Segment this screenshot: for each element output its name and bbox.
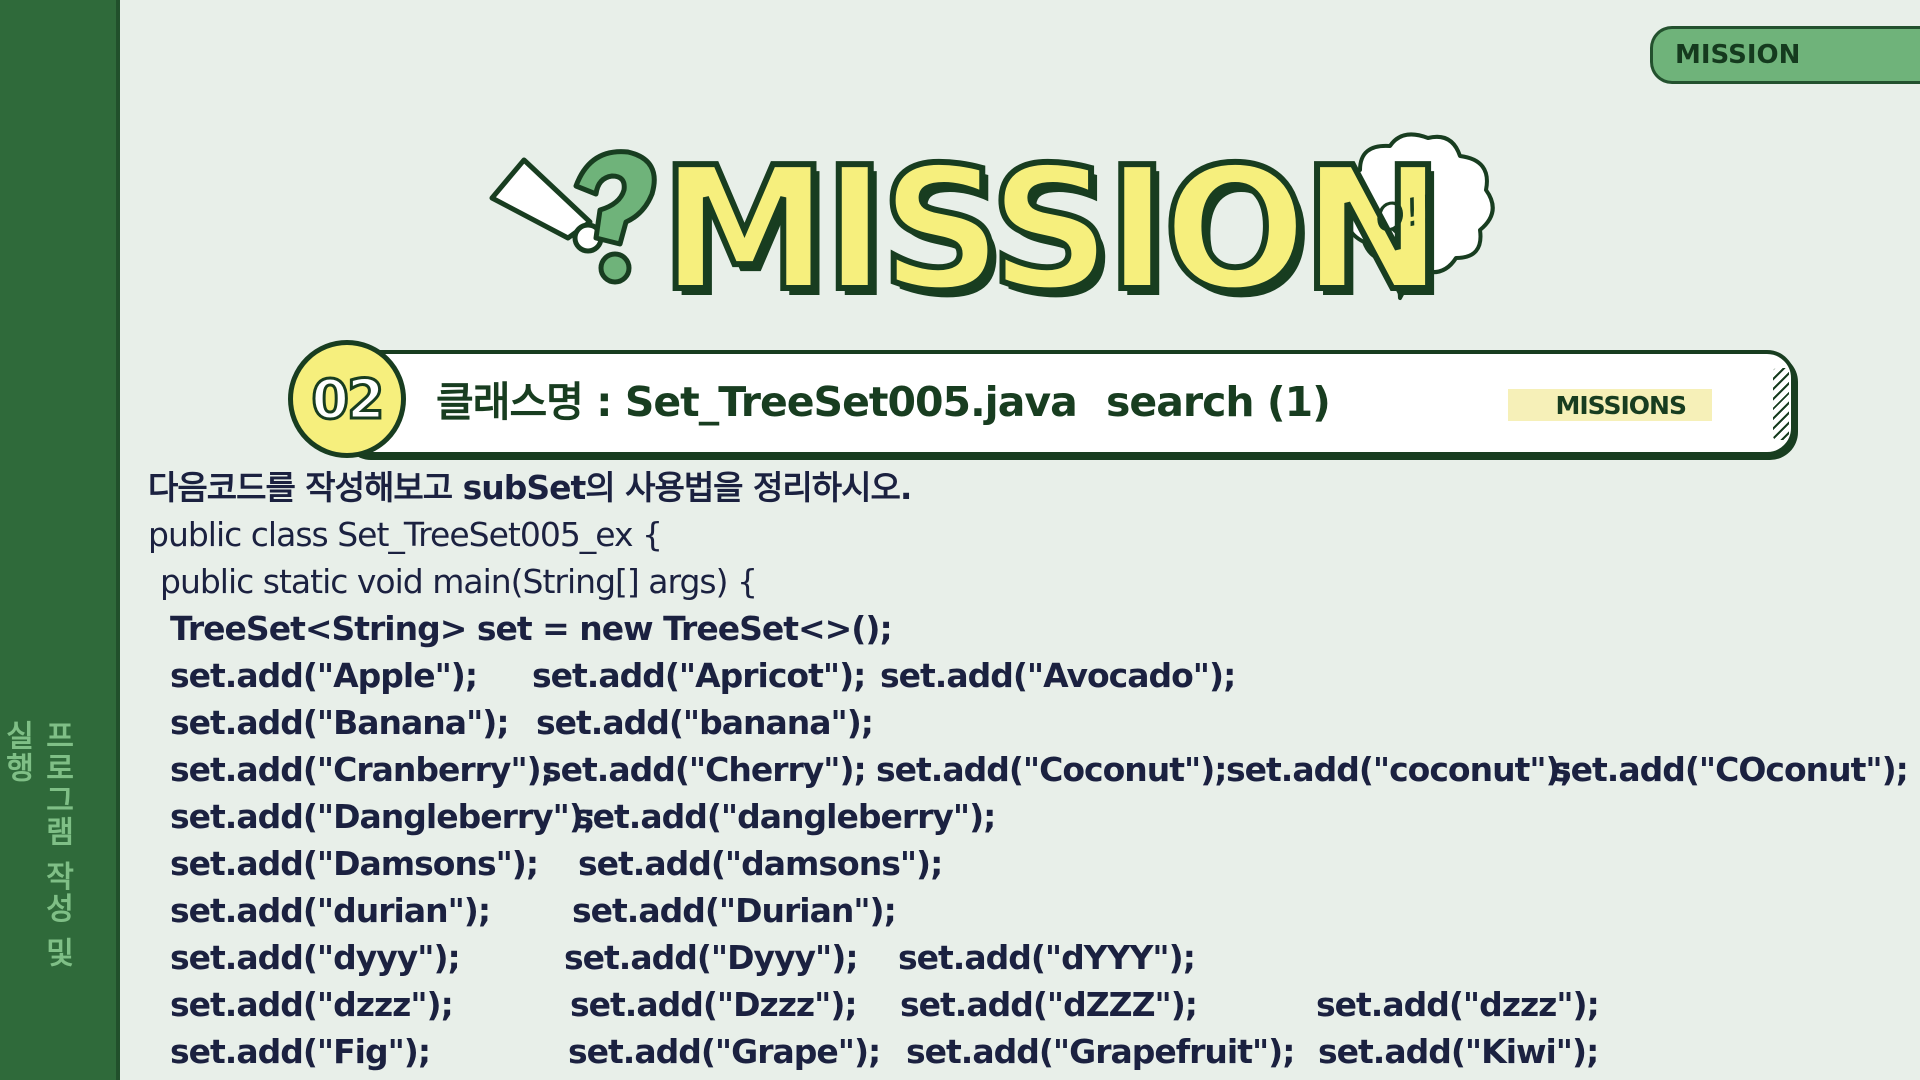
code-add-call: set.add("dyyy"); xyxy=(170,938,461,977)
mission-number-badge: 02 xyxy=(288,340,406,458)
code-add-call: set.add("Damsons"); xyxy=(170,844,539,883)
title-area: MISSION Q!! xyxy=(480,128,1500,332)
code-add-call: set.add("coconut"); xyxy=(1226,750,1573,789)
code-add-call: set.add("Banana"); xyxy=(170,703,510,742)
page-title: MISSION xyxy=(657,128,1447,332)
code-add-call: set.add("Durian"); xyxy=(572,891,897,930)
sidebar-label: 프로그램 작성 및 실행 xyxy=(0,720,74,969)
code-add-call: set.add("Avocado"); xyxy=(880,656,1236,695)
missions-tag: MISSIONS xyxy=(1508,389,1712,421)
code-line: public static void main(String[] args) { xyxy=(160,562,758,601)
code-add-call: set.add("durian"); xyxy=(170,891,491,930)
code-add-call: set.add("Apple"); xyxy=(170,656,478,695)
missions-tag-label: MISSIONS xyxy=(1555,390,1687,420)
code-add-call: set.add("COconut"); xyxy=(1552,750,1909,789)
code-add-call: set.add("Coconut"); xyxy=(876,750,1227,789)
code-add-call: set.add("dzzz"); xyxy=(170,985,454,1024)
class-name-label: 클래스명 : Set_TreeSet005.java xyxy=(436,378,1078,426)
code-add-call: set.add("Dangleberry"); xyxy=(170,797,596,836)
code-add-call: set.add("Cherry"); xyxy=(542,750,867,789)
code-add-call: set.add("Grapefruit"); xyxy=(906,1032,1295,1071)
code-add-call: set.add("dZZZ"); xyxy=(900,985,1198,1024)
sidebar-divider xyxy=(116,0,120,1080)
code-add-call: set.add("Dzzz"); xyxy=(570,985,858,1024)
code-add-call: set.add("dzzz"); xyxy=(1316,985,1600,1024)
code-line: public class Set_TreeSet005_ex { xyxy=(148,515,663,554)
search-label: search (1) xyxy=(1106,378,1331,426)
code-line: TreeSet<String> set = new TreeSet<>(); xyxy=(170,609,893,648)
code-add-call: set.add("dYYY"); xyxy=(898,938,1196,977)
code-add-call: set.add("banana"); xyxy=(536,703,874,742)
code-add-call: set.add("damsons"); xyxy=(578,844,943,883)
code-add-call: set.add("dangleberry"); xyxy=(574,797,996,836)
code-add-call: set.add("Kiwi"); xyxy=(1318,1032,1599,1071)
code-add-call: set.add("Cranberry"); xyxy=(170,750,554,789)
instruction-text: 다음코드를 작성해보고 subSet의 사용법을 정리하시오. xyxy=(148,468,912,507)
mission-tab[interactable]: MISSION xyxy=(1650,26,1920,84)
banner-hatch xyxy=(1773,368,1789,440)
code-add-call: set.add("Dyyy"); xyxy=(564,938,859,977)
code-add-call: set.add("Fig"); xyxy=(170,1032,431,1071)
code-add-call: set.add("Apricot"); xyxy=(532,656,866,695)
code-add-call: set.add("Grape"); xyxy=(568,1032,881,1071)
mission-tab-label: MISSION xyxy=(1675,40,1801,70)
